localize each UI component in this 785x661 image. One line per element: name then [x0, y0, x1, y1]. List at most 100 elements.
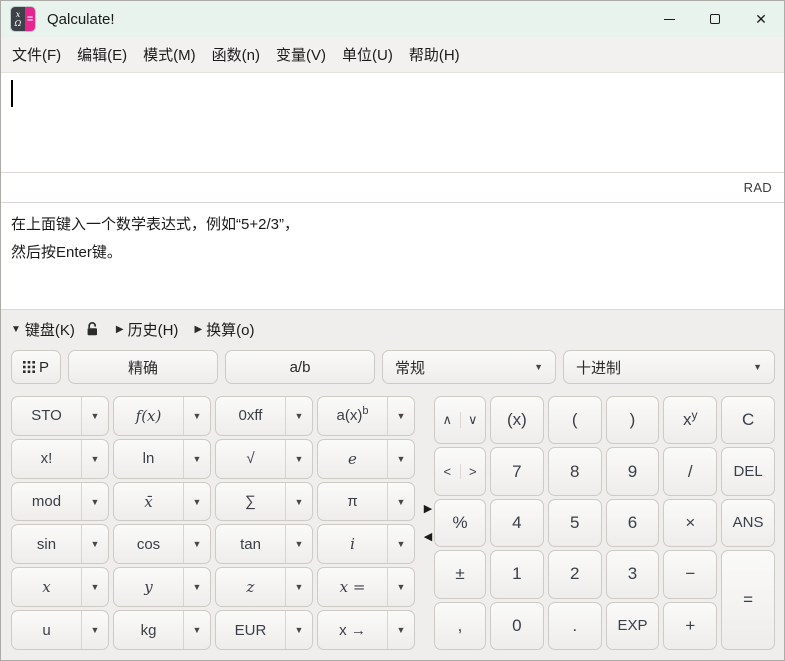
dropdown-arrow-icon[interactable]: ▼ — [81, 397, 108, 435]
key-base-exponent[interactable]: a(x) b ▼ — [317, 396, 415, 436]
menu-mode[interactable]: 模式(M) — [135, 38, 204, 71]
menu-functions[interactable]: 函数(n) — [204, 38, 268, 71]
tab-convert[interactable]: ▶ 换算(o) — [194, 319, 254, 340]
maximize-button[interactable] — [692, 1, 738, 37]
key-unit-kg[interactable]: kg ▼ — [113, 610, 211, 650]
menu-variables[interactable]: 变量(V) — [268, 38, 334, 71]
dropdown-arrow-icon[interactable]: ▼ — [387, 525, 414, 564]
key-power[interactable]: xy — [663, 396, 718, 445]
dropdown-arrow-icon[interactable]: ▼ — [183, 568, 210, 607]
key-multiply[interactable]: × — [663, 498, 718, 548]
exact-mode-button[interactable]: 精确 — [68, 350, 218, 384]
nav-down-icon[interactable]: ∨ — [459, 412, 486, 429]
dropdown-arrow-icon[interactable]: ▼ — [387, 568, 414, 607]
key-i[interactable]: i ▼ — [317, 524, 415, 565]
minimize-button[interactable] — [646, 1, 692, 37]
key-close-paren[interactable]: ) — [605, 396, 660, 445]
key-sin[interactable]: sin ▼ — [11, 524, 109, 565]
key-unit-u[interactable]: u ▼ — [11, 610, 109, 650]
key-5[interactable]: 5 — [547, 498, 602, 548]
key-plus-minus[interactable]: ± — [434, 550, 486, 599]
key-percent[interactable]: % — [434, 498, 486, 548]
key-7[interactable]: 7 — [490, 447, 544, 496]
nav-up-icon[interactable]: ∧ — [435, 412, 460, 428]
menu-units[interactable]: 单位(U) — [334, 38, 401, 71]
key-sum[interactable]: ∑ ▼ — [215, 481, 313, 522]
key-3[interactable]: 3 — [605, 550, 660, 599]
dropdown-arrow-icon[interactable]: ▼ — [183, 611, 210, 649]
key-2[interactable]: 2 — [547, 550, 602, 599]
menu-file[interactable]: 文件(F) — [4, 38, 69, 71]
key-convert[interactable]: x → ▼ — [317, 610, 415, 650]
key-tan[interactable]: tan ▼ — [215, 524, 313, 565]
key-x[interactable]: x ▼ — [11, 567, 109, 608]
key-cos[interactable]: cos ▼ — [113, 524, 211, 565]
key-delete[interactable]: DEL — [721, 447, 775, 496]
key-store[interactable]: STO ▼ — [11, 396, 109, 436]
key-pi[interactable]: π ▼ — [317, 481, 415, 522]
key-divide[interactable]: / — [663, 447, 718, 496]
dropdown-arrow-icon[interactable]: ▼ — [285, 568, 312, 607]
dropdown-arrow-icon[interactable]: ▼ — [81, 482, 108, 521]
key-subtract[interactable]: − — [663, 550, 718, 599]
key-function[interactable]: f(x) ▼ — [113, 396, 211, 436]
key-clear[interactable]: C — [721, 396, 775, 445]
key-1[interactable]: 1 — [490, 550, 544, 599]
key-add[interactable]: + — [663, 601, 718, 650]
dropdown-arrow-icon[interactable]: ▼ — [183, 482, 210, 521]
dropdown-arrow-icon[interactable]: ▼ — [81, 568, 108, 607]
number-base-select[interactable]: 十进制 ▼ — [563, 350, 775, 384]
nav-up-down-keys[interactable]: ∧ ∨ — [434, 396, 486, 445]
key-answer[interactable]: ANS — [721, 498, 775, 548]
nav-right-icon[interactable]: > — [459, 464, 486, 480]
key-9[interactable]: 9 — [605, 447, 660, 496]
key-8[interactable]: 8 — [547, 447, 602, 496]
number-format-select[interactable]: 常规 ▼ — [382, 350, 556, 384]
fraction-mode-button[interactable]: a/b — [225, 350, 375, 384]
dropdown-arrow-icon[interactable]: ▼ — [285, 397, 312, 435]
lock-icon[interactable] — [85, 321, 100, 337]
key-hex[interactable]: 0xff ▼ — [215, 396, 313, 436]
expression-input[interactable] — [1, 73, 784, 172]
key-mean[interactable]: x̄ ▼ — [113, 481, 211, 522]
key-mod[interactable]: mod ▼ — [11, 481, 109, 522]
dropdown-arrow-icon[interactable]: ▼ — [285, 439, 312, 478]
dropdown-arrow-icon[interactable]: ▼ — [81, 611, 108, 649]
key-comma[interactable]: , — [434, 601, 486, 650]
key-equals[interactable]: = — [721, 550, 775, 650]
key-parenthesize[interactable]: (x) — [490, 396, 544, 445]
key-unit-eur[interactable]: EUR ▼ — [215, 610, 313, 650]
menu-edit[interactable]: 编辑(E) — [69, 38, 135, 71]
menu-help[interactable]: 帮助(H) — [401, 38, 468, 71]
dropdown-arrow-icon[interactable]: ▼ — [285, 611, 312, 649]
dropdown-arrow-icon[interactable]: ▼ — [183, 397, 210, 435]
key-y[interactable]: y ▼ — [113, 567, 211, 608]
close-button[interactable]: ✕ — [738, 1, 784, 37]
tab-history[interactable]: ▶ 历史(H) — [116, 319, 179, 340]
key-6[interactable]: 6 — [605, 498, 660, 548]
key-exp[interactable]: EXP — [605, 601, 660, 650]
dropdown-arrow-icon[interactable]: ▼ — [285, 482, 312, 521]
key-sqrt[interactable]: √ ▼ — [215, 438, 313, 479]
key-decimal[interactable]: . — [547, 601, 602, 650]
nav-left-icon[interactable]: < — [435, 464, 460, 479]
key-factorial[interactable]: x! ▼ — [11, 438, 109, 479]
dropdown-arrow-icon[interactable]: ▼ — [387, 611, 414, 649]
tab-keyboard[interactable]: ▼ 键盘(K) — [11, 319, 100, 340]
dropdown-arrow-icon[interactable]: ▼ — [81, 439, 108, 478]
dropdown-arrow-icon[interactable]: ▼ — [285, 525, 312, 564]
programming-keypad-button[interactable]: P — [11, 350, 61, 384]
dropdown-arrow-icon[interactable]: ▼ — [81, 525, 108, 564]
angle-mode-status[interactable]: RAD — [744, 180, 772, 195]
nav-left-right-keys[interactable]: < > — [434, 447, 486, 496]
key-e[interactable]: e ▼ — [317, 438, 415, 479]
dropdown-arrow-icon[interactable]: ▼ — [387, 439, 414, 478]
key-ln[interactable]: ln ▼ — [113, 438, 211, 479]
key-4[interactable]: 4 — [490, 498, 544, 548]
key-z[interactable]: z ▼ — [215, 567, 313, 608]
dropdown-arrow-icon[interactable]: ▼ — [387, 482, 414, 521]
key-0[interactable]: 0 — [490, 601, 544, 650]
dropdown-arrow-icon[interactable]: ▼ — [183, 439, 210, 478]
key-open-paren[interactable]: ( — [547, 396, 602, 445]
dropdown-arrow-icon[interactable]: ▼ — [387, 397, 414, 435]
